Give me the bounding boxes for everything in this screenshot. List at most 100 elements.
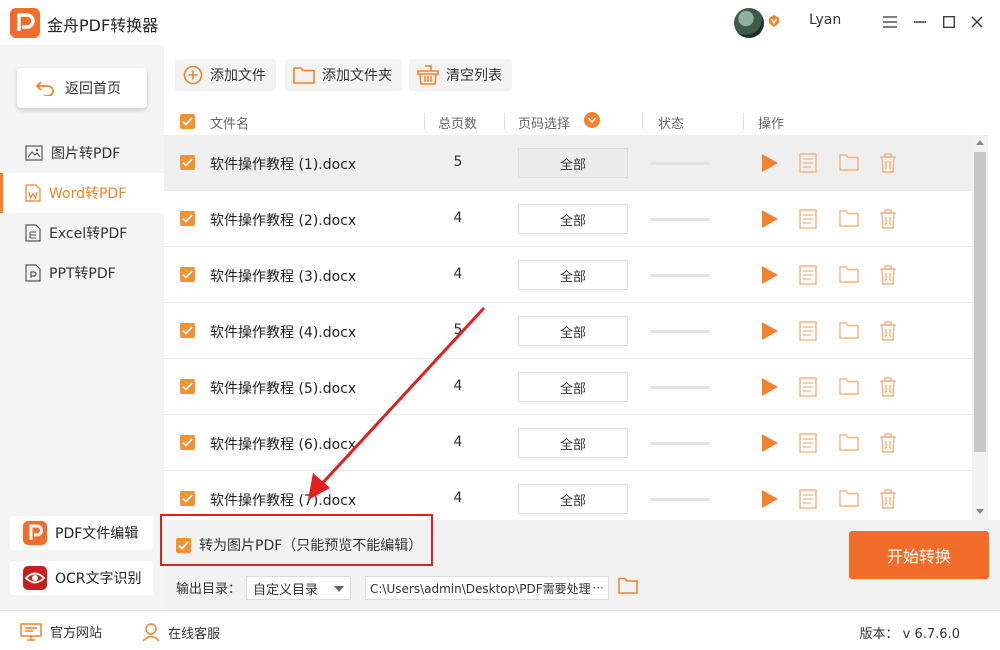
official-website-link[interactable]: 官方网站 bbox=[20, 622, 102, 641]
output-path-field[interactable]: C:\Users\admin\Desktop\PDF需要处理 ··· bbox=[365, 576, 609, 600]
trash-icon[interactable] bbox=[879, 265, 897, 285]
folder-icon[interactable] bbox=[839, 209, 859, 227]
row-checkbox[interactable] bbox=[180, 267, 195, 282]
check-icon bbox=[182, 382, 193, 391]
document-icon[interactable] bbox=[799, 209, 817, 229]
output-dir-select[interactable]: 自定义目录 bbox=[246, 576, 351, 600]
maximize-icon[interactable] bbox=[937, 10, 961, 34]
username[interactable]: Lyan bbox=[809, 12, 841, 28]
file-list: 软件操作教程 (1).docx 5 全部 软件操作教程 (2).docx 4 全部 软件操作… bbox=[164, 135, 972, 520]
clear-list-button[interactable]: 清空列表 bbox=[409, 59, 512, 91]
page-range-select[interactable]: 全部 bbox=[518, 484, 628, 514]
sidebar-item-ppt-to-pdf[interactable]: PPT转PDF bbox=[0, 253, 164, 293]
row-checkbox[interactable] bbox=[180, 491, 195, 506]
page-range-select[interactable]: 全部 bbox=[518, 428, 628, 458]
play-icon[interactable] bbox=[759, 209, 779, 229]
folder-icon[interactable] bbox=[839, 321, 859, 339]
row-actions bbox=[759, 265, 919, 285]
trash-icon[interactable] bbox=[879, 433, 897, 453]
table-row[interactable]: 软件操作教程 (2).docx 4 全部 bbox=[164, 191, 972, 247]
select-all-checkbox[interactable] bbox=[180, 114, 195, 129]
folder-icon[interactable] bbox=[839, 377, 859, 395]
minimize-icon[interactable] bbox=[908, 10, 932, 34]
play-icon[interactable] bbox=[759, 321, 779, 341]
table-row[interactable]: 软件操作教程 (1).docx 5 全部 bbox=[164, 135, 972, 191]
open-folder-icon[interactable] bbox=[618, 577, 638, 594]
sidebar: 返回首页 图片转PDF Word转PDF Excel转PDF PPT转PDF P… bbox=[0, 45, 164, 610]
play-icon[interactable] bbox=[759, 489, 779, 509]
vip-badge-icon bbox=[769, 15, 779, 27]
menu-icon[interactable] bbox=[878, 10, 902, 34]
folder-icon[interactable] bbox=[839, 265, 859, 283]
back-home-button[interactable]: 返回首页 bbox=[17, 68, 147, 108]
document-icon[interactable] bbox=[799, 153, 817, 173]
row-checkbox[interactable] bbox=[180, 379, 195, 394]
add-file-button[interactable]: 添加文件 bbox=[175, 59, 276, 91]
document-icon[interactable] bbox=[799, 433, 817, 453]
row-actions bbox=[759, 153, 919, 173]
header-divider bbox=[424, 113, 425, 129]
table-row[interactable]: 软件操作教程 (5).docx 4 全部 bbox=[164, 359, 972, 415]
page-select-dropdown-icon[interactable] bbox=[584, 112, 600, 128]
add-folder-button[interactable]: 添加文件夹 bbox=[285, 59, 402, 91]
scroll-down-icon[interactable] bbox=[976, 509, 984, 514]
page-count: 4 bbox=[453, 434, 463, 450]
document-icon[interactable] bbox=[799, 321, 817, 341]
trash-icon[interactable] bbox=[879, 321, 897, 341]
row-checkbox[interactable] bbox=[180, 323, 195, 338]
back-home-label: 返回首页 bbox=[65, 81, 121, 97]
pdf-edit-icon bbox=[23, 521, 47, 545]
row-actions bbox=[759, 209, 919, 229]
trash-icon[interactable] bbox=[879, 153, 897, 173]
sidebar-item-image-to-pdf[interactable]: 图片转PDF bbox=[0, 133, 164, 173]
page-range-select[interactable]: 全部 bbox=[518, 372, 628, 402]
table-row[interactable]: 软件操作教程 (3).docx 4 全部 bbox=[164, 247, 972, 303]
page-range-select[interactable]: 全部 bbox=[518, 148, 628, 178]
trash-icon[interactable] bbox=[879, 209, 897, 229]
check-icon bbox=[182, 326, 193, 335]
sidebar-item-excel-to-pdf[interactable]: Excel转PDF bbox=[0, 213, 164, 253]
annotation-highlight-box bbox=[160, 514, 433, 566]
header-actions: 操作 bbox=[758, 117, 785, 132]
page-count: 4 bbox=[453, 378, 463, 394]
sidebar-item-word-to-pdf[interactable]: Word转PDF bbox=[0, 173, 164, 213]
page-range-select[interactable]: 全部 bbox=[518, 260, 628, 290]
document-icon[interactable] bbox=[799, 265, 817, 285]
play-icon[interactable] bbox=[759, 153, 779, 173]
folder-icon[interactable] bbox=[839, 153, 859, 171]
play-icon[interactable] bbox=[759, 265, 779, 285]
table-row[interactable]: 软件操作教程 (7).docx 4 全部 bbox=[164, 471, 972, 520]
scrollbar[interactable] bbox=[972, 135, 988, 520]
row-checkbox[interactable] bbox=[180, 435, 195, 450]
row-checkbox[interactable] bbox=[180, 155, 195, 170]
scroll-thumb[interactable] bbox=[974, 152, 986, 452]
page-range-select[interactable]: 全部 bbox=[518, 316, 628, 346]
table-row[interactable]: 软件操作教程 (4).docx 5 全部 bbox=[164, 303, 972, 359]
version-label: 版本： v 6.7.6.0 bbox=[859, 627, 960, 642]
ocr-button[interactable]: OCR文字识别 bbox=[10, 561, 153, 595]
file-name: 软件操作教程 (7).docx bbox=[210, 493, 357, 509]
trash-icon[interactable] bbox=[879, 489, 897, 509]
folder-icon[interactable] bbox=[839, 489, 859, 507]
app-logo-icon bbox=[10, 8, 40, 38]
scroll-up-icon[interactable] bbox=[976, 140, 984, 145]
status-progress-bar bbox=[650, 442, 710, 445]
close-icon[interactable] bbox=[965, 10, 989, 34]
sidebar-item-label: Word转PDF bbox=[49, 186, 127, 202]
trash-icon[interactable] bbox=[879, 377, 897, 397]
page-range-select[interactable]: 全部 bbox=[518, 204, 628, 234]
play-icon[interactable] bbox=[759, 433, 779, 453]
back-arrow-icon bbox=[35, 81, 54, 96]
document-icon[interactable] bbox=[799, 377, 817, 397]
folder-icon[interactable] bbox=[839, 433, 859, 451]
browse-more-button[interactable]: ··· bbox=[593, 581, 604, 595]
row-checkbox[interactable] bbox=[180, 211, 195, 226]
online-support-link[interactable]: 在线客服 bbox=[142, 622, 220, 642]
pdf-edit-button[interactable]: PDF文件编辑 bbox=[10, 516, 153, 550]
start-convert-button[interactable]: 开始转换 bbox=[849, 531, 989, 579]
document-icon[interactable] bbox=[799, 489, 817, 509]
table-row[interactable]: 软件操作教程 (6).docx 4 全部 bbox=[164, 415, 972, 471]
play-icon[interactable] bbox=[759, 377, 779, 397]
support-person-icon bbox=[142, 623, 160, 642]
avatar[interactable] bbox=[734, 8, 764, 38]
